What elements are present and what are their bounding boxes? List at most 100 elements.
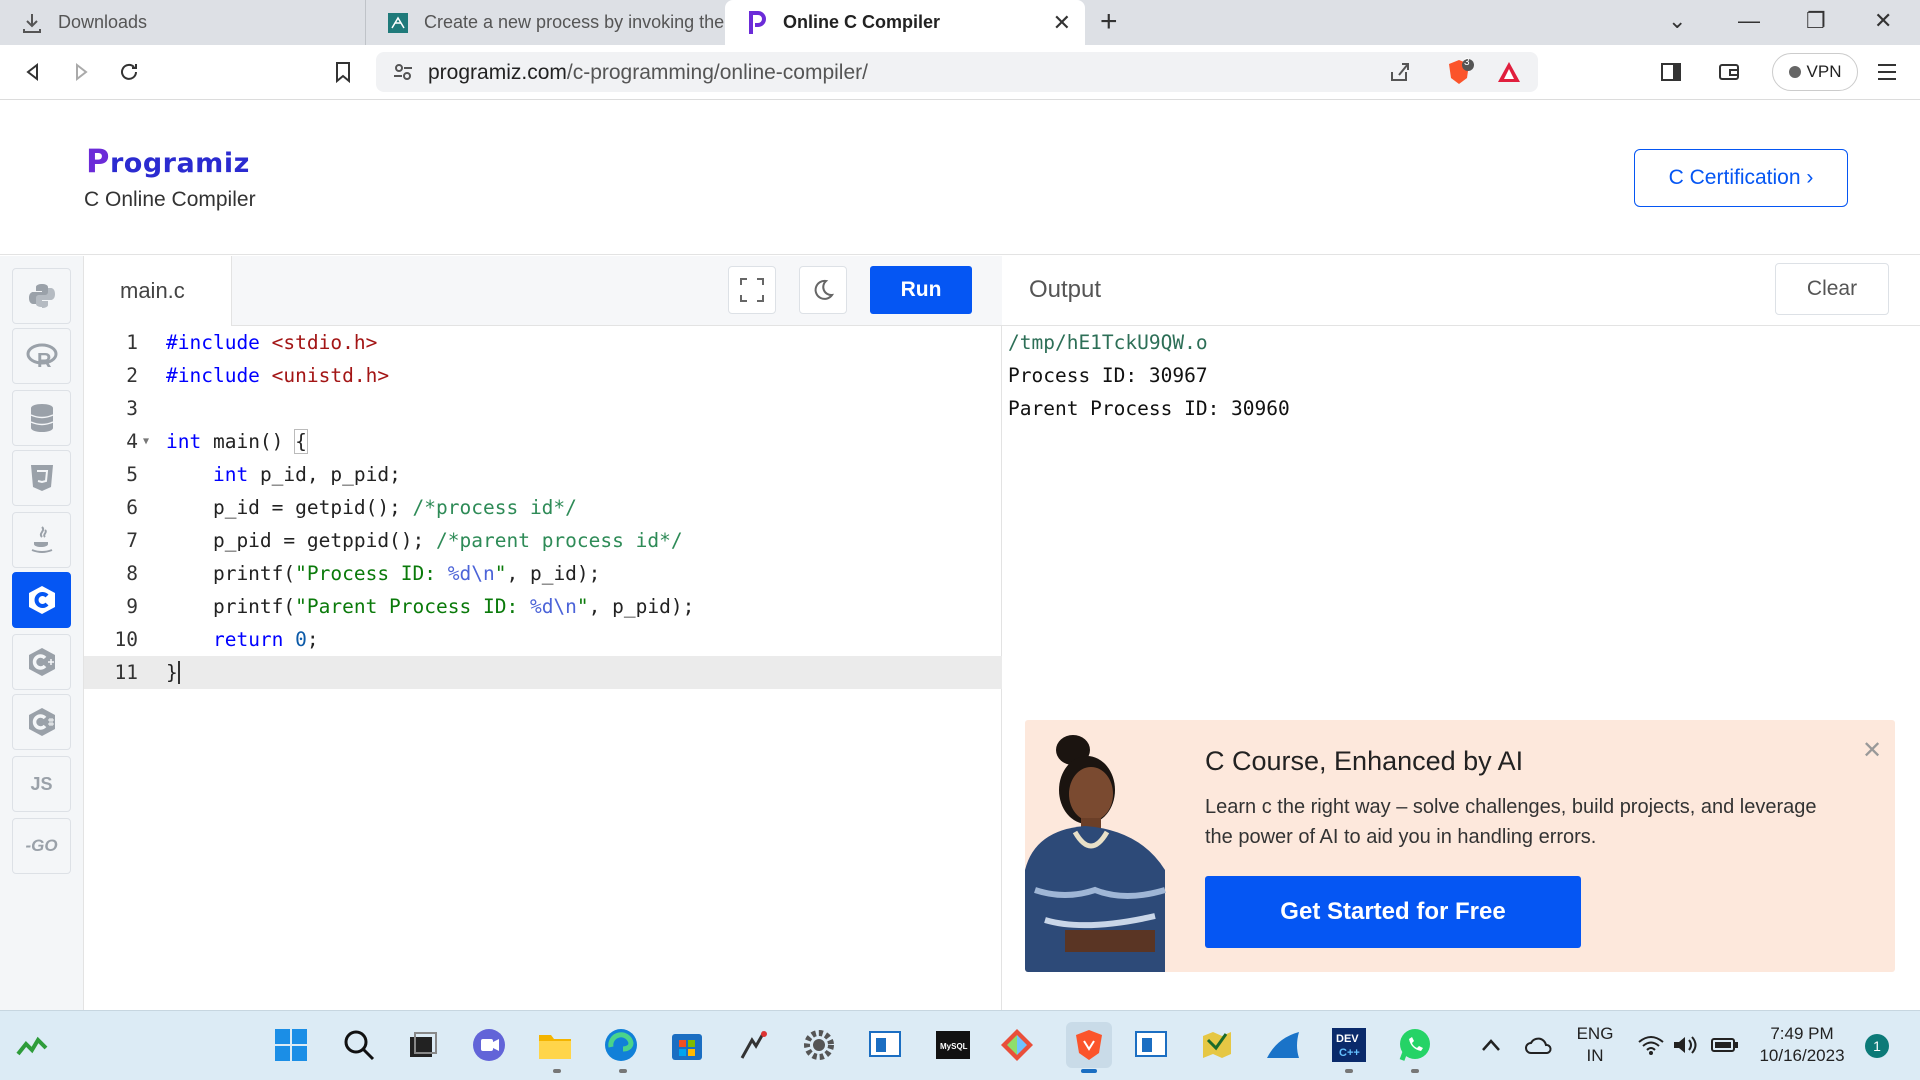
wireshark-icon[interactable] (1264, 1026, 1302, 1064)
go-icon[interactable]: -GO (12, 818, 71, 874)
output-header: Output Clear (1002, 256, 1920, 326)
code-line: 6 p_id = getpid(); /*process id*/ (84, 491, 1002, 524)
back-icon[interactable] (18, 57, 48, 87)
tab-label: Online C Compiler (783, 12, 941, 32)
csharp-icon[interactable] (12, 694, 71, 750)
tab-online-c-compiler[interactable]: Online C Compiler ✕ (725, 0, 1085, 45)
running-indicator (1345, 1069, 1353, 1073)
input-language[interactable]: ENG IN (1570, 1023, 1620, 1067)
fullscreen-icon[interactable] (728, 266, 776, 314)
remote-desktop-2-icon[interactable] (1132, 1026, 1170, 1064)
line-number: 5 (126, 463, 138, 486)
address-bar[interactable]: programiz.com/c-programming/online-compi… (376, 52, 1538, 92)
wallet-icon[interactable] (1714, 57, 1744, 87)
svg-text:MySQL: MySQL (940, 1042, 968, 1051)
dark-mode-icon[interactable] (799, 266, 847, 314)
clear-button[interactable]: Clear (1775, 263, 1889, 315)
database-icon[interactable] (12, 390, 71, 446)
sidebar-toggle-icon[interactable] (1656, 57, 1686, 87)
url-text: programiz.com/c-programming/online-compi… (428, 61, 868, 85)
reload-icon[interactable] (114, 57, 144, 87)
tab-create-process[interactable]: Create a new process by invoking the (365, 0, 725, 45)
svg-text:R: R (37, 350, 52, 369)
fold-arrow-icon[interactable]: ▼ (143, 425, 149, 458)
code-text: printf("Process ID: %d\n", p_id); (166, 562, 601, 585)
vpn-button[interactable]: VPN (1772, 53, 1858, 91)
clock-date: 10/16/2023 (1759, 1046, 1845, 1065)
programiz-favicon (745, 10, 769, 35)
r-icon[interactable]: R (12, 328, 71, 384)
git-diamond-icon[interactable] (998, 1026, 1036, 1064)
tab-search-chevron-icon[interactable]: ⌄ (1668, 8, 1686, 34)
output-line: Parent Process ID: 30960 (1008, 397, 1290, 420)
minimize-icon[interactable]: — (1738, 8, 1760, 34)
line-number: 3 (126, 397, 138, 420)
code-line: 2 #include <unistd.h> (84, 359, 1002, 392)
battery-icon[interactable] (1706, 1026, 1744, 1064)
close-tab-icon[interactable]: ✕ (1053, 10, 1071, 36)
line-number: 11 (114, 661, 138, 684)
stock-widget-icon[interactable] (14, 1026, 52, 1064)
search-icon[interactable] (340, 1026, 378, 1064)
wifi-icon[interactable] (1632, 1026, 1670, 1064)
output-line: /tmp/hE1TckU9QW.o (1008, 331, 1208, 354)
close-promo-icon[interactable]: ✕ (1862, 736, 1882, 765)
python-icon[interactable] (12, 268, 71, 324)
code-text: p_id = getpid(); /*process id*/ (166, 496, 577, 519)
code-line: 9 printf("Parent Process ID: %d\n", p_pi… (84, 590, 1002, 623)
edge-icon[interactable] (602, 1026, 640, 1064)
programiz-logo[interactable]: Programiz (86, 142, 250, 180)
logo-mark: P (86, 142, 110, 180)
tab-label: Downloads (58, 12, 148, 32)
line-number: 8 (126, 562, 138, 585)
c-certification-button[interactable]: C Certification › (1634, 149, 1848, 207)
c-icon[interactable] (12, 572, 71, 628)
share-icon[interactable] (1388, 60, 1412, 89)
java-icon[interactable] (12, 512, 71, 568)
code-editor[interactable]: 1 #include <stdio.h> 2 #include <unistd.… (84, 326, 1002, 1010)
clock[interactable]: 7:49 PM 10/16/2023 (1752, 1023, 1852, 1067)
map-app-icon[interactable] (1198, 1026, 1236, 1064)
line-number: 9 (126, 595, 138, 618)
whatsapp-icon[interactable] (1396, 1026, 1434, 1064)
file-tab-main-c[interactable]: main.c (84, 256, 232, 326)
notification-badge[interactable]: 1 (1865, 1034, 1889, 1058)
teams-chat-icon[interactable] (470, 1026, 508, 1064)
volume-icon[interactable] (1666, 1026, 1704, 1064)
brave-rewards-icon[interactable] (1496, 60, 1522, 89)
mysql-terminal-icon[interactable]: MySQL (934, 1026, 972, 1064)
code-line: 8 printf("Process ID: %d\n", p_id); (84, 557, 1002, 590)
windows-taskbar: MySQL DEV C++ ENG IN 7:49 PM 10/16/2023 (0, 1010, 1920, 1080)
settings-gear-icon[interactable] (800, 1026, 838, 1064)
running-indicator (1411, 1069, 1419, 1073)
line-number: 6 (126, 496, 138, 519)
devcpp-icon[interactable]: DEV C++ (1330, 1026, 1368, 1064)
onedrive-icon[interactable] (1520, 1026, 1558, 1064)
forward-icon[interactable] (66, 57, 96, 87)
remote-desktop-icon[interactable] (866, 1026, 904, 1064)
app-figure-icon[interactable] (734, 1026, 772, 1064)
run-button[interactable]: Run (870, 266, 972, 314)
cpp-icon[interactable] (12, 634, 71, 690)
line-number: 7 (126, 529, 138, 552)
chevron-up-icon[interactable] (1472, 1026, 1510, 1064)
task-view-icon[interactable] (404, 1026, 442, 1064)
html5-icon[interactable] (12, 450, 71, 506)
brave-browser-icon[interactable] (1066, 1022, 1112, 1068)
restore-icon[interactable]: ❐ (1806, 8, 1826, 34)
line-number: 2 (126, 364, 138, 387)
menu-icon[interactable] (1872, 57, 1902, 87)
new-tab-button[interactable]: + (1100, 5, 1118, 39)
windows-start-icon[interactable] (272, 1026, 310, 1064)
close-window-icon[interactable]: ✕ (1874, 8, 1892, 34)
site-settings-icon[interactable] (392, 61, 414, 88)
bookmark-icon[interactable] (328, 57, 358, 87)
get-started-button[interactable]: Get Started for Free (1205, 876, 1581, 948)
tab-label: Create a new process by invoking the (424, 12, 725, 32)
file-explorer-icon[interactable] (536, 1026, 574, 1064)
microsoft-store-icon[interactable] (668, 1026, 706, 1064)
js-icon[interactable]: JS (12, 756, 71, 812)
tab-downloads[interactable]: Downloads (0, 0, 365, 45)
brave-shields-icon[interactable]: 3 (1444, 57, 1474, 92)
code-line: 5 int p_id, p_pid; (84, 458, 1002, 491)
